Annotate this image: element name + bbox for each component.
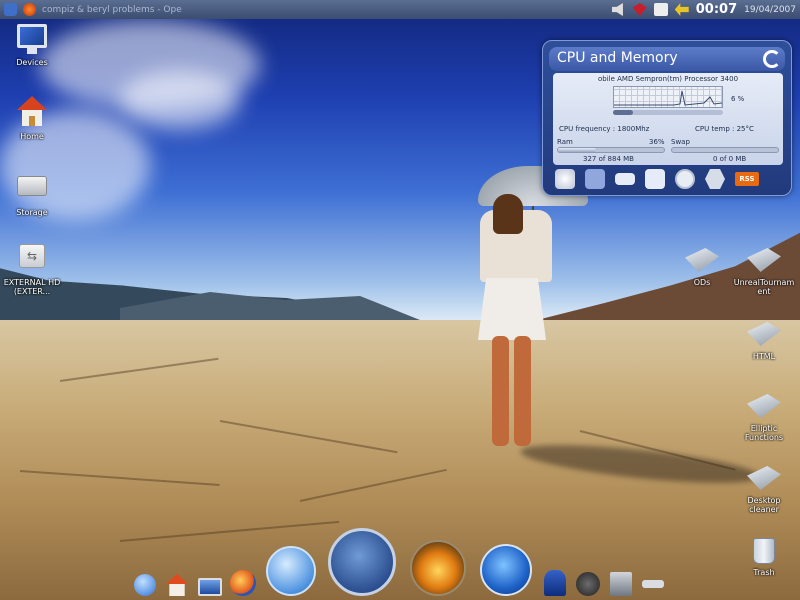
desktop-icon-label: Devices [16,58,48,67]
desktop-icon-label: Home [20,132,44,141]
top-panel: compiz & beryl problems - Ope 00:07 19/0… [0,0,800,19]
desktop-icon-unrealtournament[interactable]: UnrealTournament [732,248,796,296]
terminal-icon[interactable] [642,580,664,588]
desktop-icon-elliptic-functions[interactable]: Elliptic Functions [732,394,796,442]
gimp-icon[interactable] [544,570,566,596]
desktop-icon-storage[interactable]: Storage [0,176,64,217]
widget-body: obile AMD Sempron(tm) Processor 3400 6 %… [553,73,783,165]
ram-bar [557,147,665,153]
desktop-icon-label: Trash [753,568,775,577]
desktop-icon-label: ODs [693,278,711,287]
ram-value: 327 of 884 MB [583,155,634,163]
mail-icon[interactable] [266,546,316,596]
finder-icon[interactable] [134,574,156,596]
taskbar-window-title[interactable]: compiz & beryl problems - Ope [42,5,182,15]
volume-icon[interactable] [611,3,623,16]
ruby-gem-icon[interactable] [632,3,647,16]
desktop-icon-label: Desktop cleaner [747,496,781,514]
refresh-icon[interactable] [763,50,781,68]
paw-icon[interactable] [576,572,600,596]
ram-percent: 36% [649,138,665,146]
folder-icon [747,466,781,490]
trash-icon [753,538,775,564]
desktop-icon-label: Storage [16,208,48,217]
cpu-load-graph [613,86,723,108]
folder-icon [747,248,781,272]
drive-icon[interactable] [615,173,635,185]
ram-bar-fill [558,148,597,152]
clipboard-icon[interactable] [653,3,668,16]
system-tray: 00:07 19/04/2007 [611,2,796,17]
widget-header[interactable]: CPU and Memory [549,47,785,71]
home-icon [17,96,47,126]
panel-clock[interactable]: 00:07 [696,2,737,17]
cpu-load-line [614,90,722,106]
counter-strike-icon[interactable] [610,572,632,596]
wallpaper-figure-skirt [478,278,546,340]
browser-icon[interactable] [23,3,36,16]
swap-bar [671,147,779,153]
desktop-icon-label: EXTERNAL HD (EXTER... [3,278,61,296]
widget-toolbar: RSS [555,169,759,189]
wallpaper-cloud [120,70,240,130]
ram-label: Ram [557,138,573,146]
folder-icon [747,394,781,418]
swap-label: Swap [671,138,690,146]
gear-icon[interactable] [705,169,725,189]
desktop-icon-html[interactable]: HTML [732,322,796,361]
desktop-icon-desktop-cleaner[interactable]: Desktop cleaner [732,466,796,514]
folder-icon [685,248,719,272]
wallpaper-figure-leg [492,336,509,446]
panel-date[interactable]: 19/04/2007 [744,5,796,15]
widget-title: CPU and Memory [557,50,678,66]
desktop-icon[interactable] [198,578,222,596]
desktop-icon-label: HTML [752,352,776,361]
wolf-icon[interactable] [328,528,396,596]
cpu-load-bar-fill [613,110,633,115]
firefox-icon[interactable] [230,570,256,596]
clock-icon[interactable] [675,169,695,189]
cpu-temperature: CPU temp : 25°C [695,125,754,133]
network-icon[interactable] [645,169,665,189]
wallpaper-figure-leg [514,336,531,446]
drive-icon [17,176,47,196]
cpu-load-bar [613,110,723,115]
cpu-percent: 6 % [731,95,745,103]
swap-value: 0 of 0 MB [713,155,747,163]
wallpaper-figure-hair [493,194,523,234]
home-icon[interactable] [166,574,188,596]
monitor-icon [17,24,47,54]
desktop-icon-trash[interactable]: Trash [732,538,796,577]
processor-name: obile AMD Sempron(tm) Processor 3400 [597,75,739,83]
cpu-icon[interactable] [585,169,605,189]
desktop-icon-label: UnrealTournament [733,278,795,296]
kmenu-icon[interactable] [4,3,17,16]
rss-icon[interactable]: RSS [735,172,759,186]
desktop-icon-ods[interactable]: ODs [670,248,734,287]
dock [130,520,670,600]
cpu-memory-widget[interactable]: CPU and Memory obile AMD Sempron(tm) Pro… [542,40,792,196]
cpu-frequency: CPU frequency : 1800Mhz [559,125,650,133]
desktop-icon-label: Elliptic Functions [744,424,784,442]
desktop-icon-home[interactable]: Home [0,96,64,141]
apple-icon[interactable] [555,169,575,189]
google-earth-icon[interactable] [480,544,532,596]
ubuntu-icon[interactable] [410,540,466,596]
folder-icon [747,322,781,346]
network-icon[interactable] [674,3,689,16]
usb-drive-icon [19,244,45,268]
desktop-icon-external-hd[interactable]: EXTERNAL HD (EXTER... [0,244,64,296]
desktop-icon-devices[interactable]: Devices [0,24,64,67]
